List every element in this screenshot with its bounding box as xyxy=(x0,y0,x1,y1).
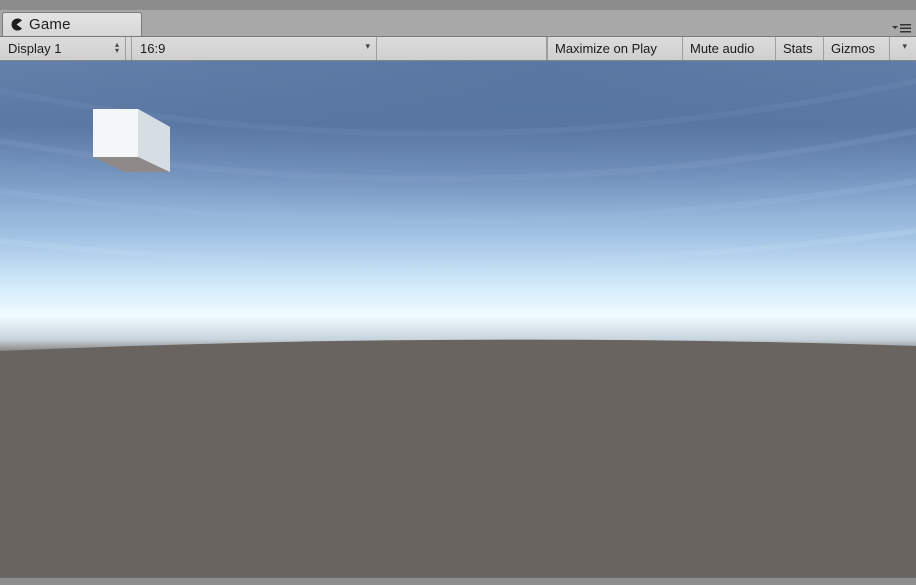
stats-toggle[interactable]: Stats xyxy=(776,37,824,60)
pacman-icon xyxy=(9,18,23,32)
mute-audio-toggle[interactable]: Mute audio xyxy=(683,37,776,60)
updown-arrow-icon: ▴ ▾ xyxy=(114,40,119,55)
dropdown-arrow-icon: ▾ xyxy=(365,41,370,51)
gizmos-dropdown[interactable]: ▾ xyxy=(890,37,916,60)
game-toolbar: Display 1 ▴ ▾ 16:9 ▾ Maximize on Play Mut… xyxy=(0,37,916,61)
mute-audio-label: Mute audio xyxy=(690,41,755,56)
gizmos-label: Gizmos xyxy=(831,41,876,56)
stats-label: Stats xyxy=(783,41,813,56)
maximize-on-play-label: Maximize on Play xyxy=(555,41,657,56)
display-select-label: Display 1 xyxy=(8,41,62,56)
gizmos-toggle[interactable]: Gizmos xyxy=(824,37,890,60)
window-bottom-edge xyxy=(0,577,916,585)
aspect-select-label: 16:9 xyxy=(140,41,166,56)
tab-label: Game xyxy=(29,16,71,33)
tab-options-icon[interactable] xyxy=(890,22,912,34)
aspect-select[interactable]: 16:9 ▾ xyxy=(132,37,377,60)
tab-bar: Game xyxy=(0,10,916,37)
dropdown-arrow-icon: ▾ xyxy=(902,41,907,51)
maximize-on-play-toggle[interactable]: Maximize on Play xyxy=(547,37,683,60)
toolbar-spacer xyxy=(377,37,547,60)
game-window: Game Display 1 ▴ ▾ 16:9 ▾ Maximize on Pla… xyxy=(0,0,916,585)
tab-game[interactable]: Game xyxy=(2,12,142,36)
game-viewport[interactable] xyxy=(0,61,916,577)
scene-render xyxy=(0,61,916,577)
ground xyxy=(0,339,916,577)
display-select[interactable]: Display 1 ▴ ▾ xyxy=(0,37,126,60)
